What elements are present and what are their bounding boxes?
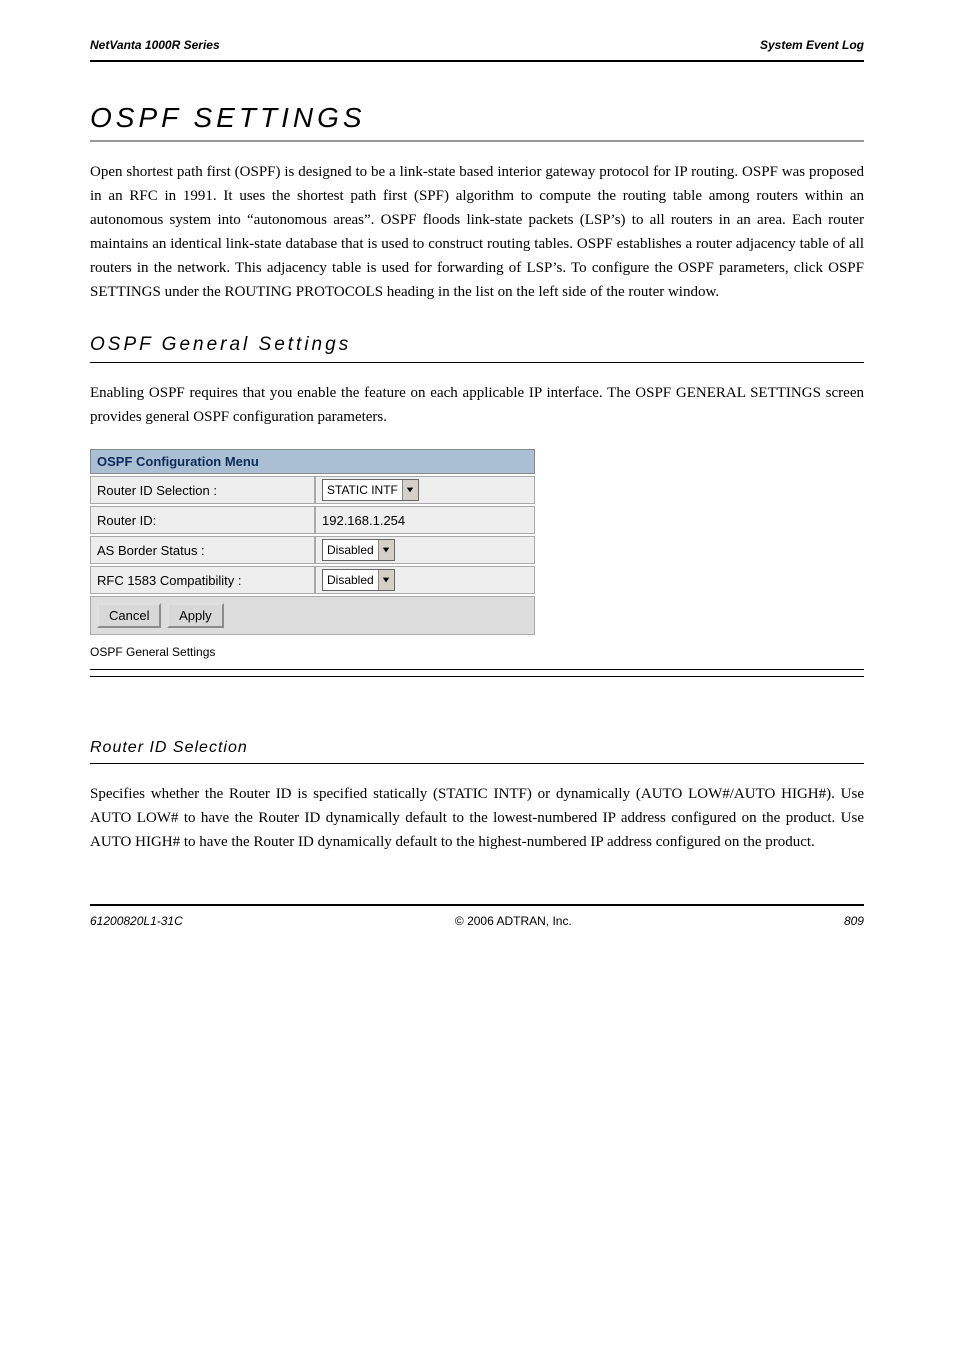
chevron-down-icon xyxy=(402,480,418,500)
param-heading: Router ID Selection xyxy=(90,739,864,757)
cancel-button[interactable]: Cancel xyxy=(97,603,161,628)
figure-rule-bottom xyxy=(90,676,864,677)
param-body: Specifies whether the Router ID is speci… xyxy=(90,782,864,854)
rfc1583-dropdown[interactable]: Disabled xyxy=(322,569,395,591)
value-router-id: 192.168.1.254 xyxy=(315,506,535,534)
label-rfc1583: RFC 1583 Compatibility : xyxy=(90,566,315,594)
apply-button[interactable]: Apply xyxy=(167,603,224,628)
label-as-border: AS Border Status : xyxy=(90,536,315,564)
row-router-id-selection: Router ID Selection : STATIC INTF xyxy=(90,476,535,504)
router-id-selection-dropdown[interactable]: STATIC INTF xyxy=(322,479,419,501)
subheading-general-settings: OSPF General Settings xyxy=(90,334,864,356)
figure-rule-top xyxy=(90,669,864,670)
page-header: NetVanta 1000R Series System Event Log xyxy=(90,0,864,62)
ospf-intro-text: Open shortest path first (OSPF) is desig… xyxy=(90,160,864,304)
footer-mid: © 2006 ADTRAN, Inc. xyxy=(455,914,572,928)
panel-title: OSPF Configuration Menu xyxy=(90,449,535,474)
subheading-rule xyxy=(90,362,864,363)
footer-rule xyxy=(90,904,864,906)
label-router-id-selection: Router ID Selection : xyxy=(90,476,315,504)
ospf-general-intro: Enabling OSPF requires that you enable t… xyxy=(90,381,864,429)
footer-left: 61200820L1-31C xyxy=(90,914,183,928)
section-rule xyxy=(90,140,864,142)
panel-button-row: Cancel Apply xyxy=(90,596,535,635)
ospf-config-panel: OSPF Configuration Menu Router ID Select… xyxy=(90,447,864,659)
label-router-id: Router ID: xyxy=(90,506,315,534)
row-as-border-status: AS Border Status : Disabled xyxy=(90,536,535,564)
footer-right: 809 xyxy=(844,914,864,928)
header-left: NetVanta 1000R Series xyxy=(90,38,220,52)
as-border-dropdown[interactable]: Disabled xyxy=(322,539,395,561)
page-footer: 61200820L1-31C © 2006 ADTRAN, Inc. 809 xyxy=(90,904,864,958)
section-heading-ospf: OSPF SETTINGS xyxy=(90,102,864,134)
chevron-down-icon xyxy=(378,540,394,560)
row-rfc1583: RFC 1583 Compatibility : Disabled xyxy=(90,566,535,594)
header-rule xyxy=(90,60,864,62)
row-router-id: Router ID: 192.168.1.254 xyxy=(90,506,535,534)
chevron-down-icon xyxy=(378,570,394,590)
rfc1583-value: Disabled xyxy=(323,573,378,587)
figure-caption: OSPF General Settings xyxy=(90,645,864,659)
router-id-selection-value: STATIC INTF xyxy=(323,483,402,497)
param-rule xyxy=(90,763,864,764)
header-right: System Event Log xyxy=(760,38,864,52)
as-border-value: Disabled xyxy=(323,543,378,557)
